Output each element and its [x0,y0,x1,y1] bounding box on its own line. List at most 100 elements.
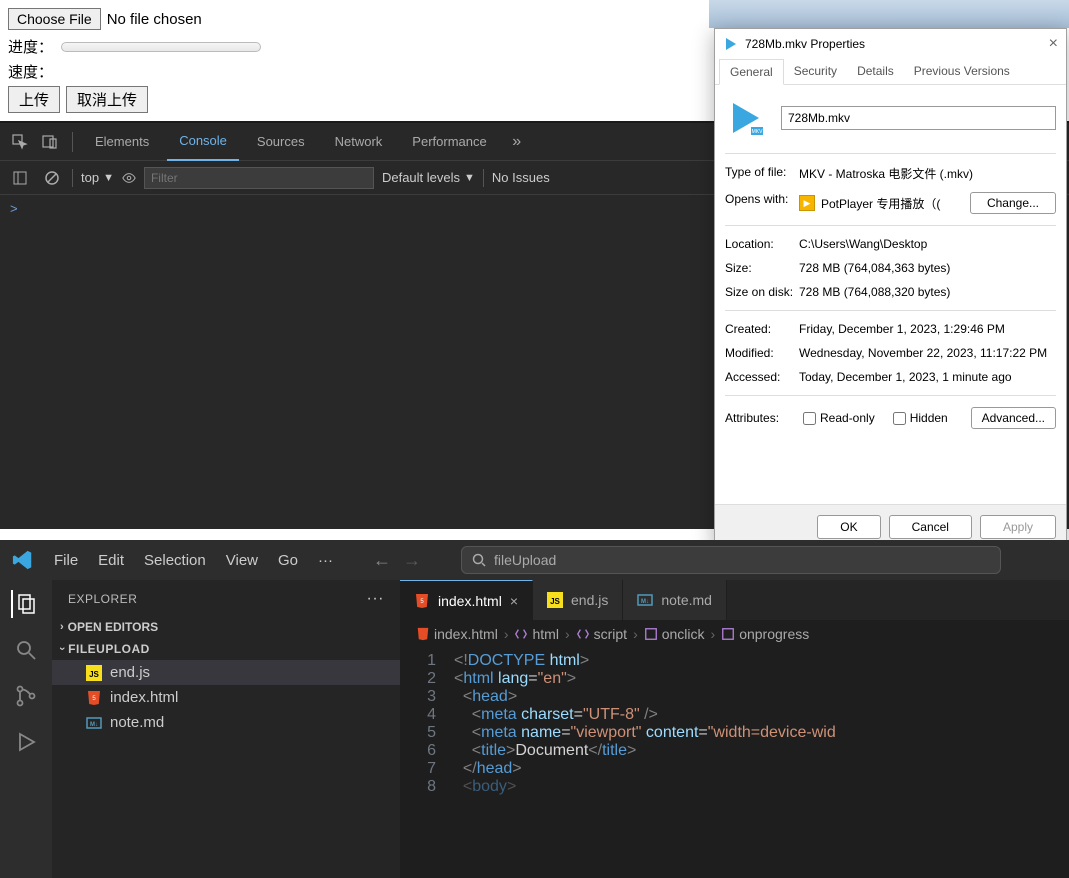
apply-button[interactable]: Apply [980,515,1056,539]
explorer-sidebar: EXPLORER ··· ›OPEN EDITORS ›FILEUPLOAD J… [52,580,400,878]
divider [483,169,484,187]
size-label: Size: [725,261,799,275]
svg-text:M↓: M↓ [641,599,649,605]
size-on-disk-value: 728 MB (764,088,320 bytes) [799,285,1056,299]
modified-label: Modified: [725,346,799,360]
nav-back-icon[interactable]: ← [373,550,391,571]
menu-file[interactable]: File [54,552,78,569]
explorer-title: EXPLORER [68,592,137,606]
created-label: Created: [725,322,799,336]
editor-tab[interactable]: M↓note.md [623,580,727,620]
ok-button[interactable]: OK [817,515,880,539]
breadcrumb-item[interactable]: script [576,626,627,642]
breadcrumb-item[interactable]: onprogress [721,626,809,642]
more-tabs-icon[interactable]: » [505,130,529,154]
upload-button[interactable]: 上传 [8,86,60,113]
tab-general[interactable]: General [719,59,784,85]
breadcrumb-item[interactable]: html [514,626,558,642]
command-search[interactable]: fileUpload [461,546,1001,574]
dialog-title: 728Mb.mkv Properties [745,37,865,51]
file-tree-item[interactable]: M↓note.md [52,710,400,735]
editor-area: 5index.html×JSend.jsM↓note.md index.html… [400,580,1069,878]
desktop-background [709,0,1069,28]
vscode-logo-icon [12,549,34,571]
svg-text:JS: JS [89,670,99,679]
created-value: Friday, December 1, 2023, 1:29:46 PM [799,322,1056,336]
tab-previous-versions[interactable]: Previous Versions [904,59,1020,84]
filename-input[interactable] [781,106,1056,130]
file-chosen-label: No file chosen [107,11,202,28]
divider [725,225,1056,226]
explorer-more-icon[interactable]: ··· [367,590,384,608]
size-value: 728 MB (764,084,363 bytes) [799,261,1056,275]
cancel-upload-button[interactable]: 取消上传 [66,86,148,113]
menu-go[interactable]: Go [278,552,298,569]
code-editor[interactable]: 1<!DOCTYPE html>2<html lang="en">3 <head… [400,648,1069,878]
file-tree-item[interactable]: JSend.js [52,660,400,685]
location-value: C:\Users\Wang\Desktop [799,237,1056,251]
console-filter-input[interactable] [144,167,374,189]
readonly-checkbox[interactable]: Read-only [803,411,875,425]
tab-performance[interactable]: Performance [400,123,498,161]
no-issues-label[interactable]: No Issues [492,170,550,185]
accessed-value: Today, December 1, 2023, 1 minute ago [799,370,1056,384]
attributes-label: Attributes: [725,411,799,425]
change-app-button[interactable]: Change... [970,192,1056,214]
location-label: Location: [725,237,799,251]
breadcrumb-item[interactable]: index.html [416,626,498,642]
divider [72,169,73,187]
breadcrumb-item[interactable]: onclick [644,626,705,642]
search-icon [472,553,486,567]
tab-details[interactable]: Details [847,59,904,84]
open-editors-section[interactable]: ›OPEN EDITORS [52,616,400,638]
svg-text:JS: JS [550,597,560,606]
accessed-label: Accessed: [725,370,799,384]
close-tab-icon[interactable]: × [510,593,518,609]
menu-view[interactable]: View [226,552,258,569]
close-icon[interactable]: × [1049,35,1058,53]
search-panel-icon[interactable] [12,636,40,664]
type-value: MKV - Matroska 电影文件 (.mkv) [799,165,1056,182]
properties-dialog: 728Mb.mkv Properties × General Security … [714,28,1067,550]
device-toggle-icon[interactable] [38,130,62,154]
hidden-checkbox[interactable]: Hidden [893,411,948,425]
size-on-disk-label: Size on disk: [725,285,799,299]
inspect-icon[interactable] [8,130,32,154]
speed-label: 速度： [8,61,53,82]
tab-console[interactable]: Console [167,123,239,161]
clear-console-icon[interactable] [40,166,64,190]
svg-text:M↓: M↓ [90,722,98,728]
menu-edit[interactable]: Edit [98,552,124,569]
vscode-window: File Edit Selection View Go ··· ← → file… [0,540,1069,878]
divider [72,132,73,152]
cancel-button[interactable]: Cancel [889,515,972,539]
source-control-icon[interactable] [12,682,40,710]
opens-with-label: Opens with: [725,192,799,214]
editor-tab[interactable]: 5index.html× [400,580,533,620]
file-tree-item[interactable]: 5index.html [52,685,400,710]
explorer-icon[interactable] [11,590,39,618]
run-debug-icon[interactable] [12,728,40,756]
live-expression-icon[interactable] [122,166,136,190]
file-large-icon: MKV [725,97,767,139]
divider [725,153,1056,154]
app-icon: ▶ [799,195,815,211]
tab-security[interactable]: Security [784,59,847,84]
console-sidebar-icon[interactable] [8,166,32,190]
progress-bar [61,42,261,52]
menu-more-icon[interactable]: ··· [318,552,333,569]
tab-network[interactable]: Network [323,123,395,161]
context-select[interactable]: top▼ [81,170,114,185]
menu-selection[interactable]: Selection [144,552,206,569]
choose-file-button[interactable]: Choose File [8,8,101,30]
folder-section[interactable]: ›FILEUPLOAD [52,638,400,660]
tab-elements[interactable]: Elements [83,123,161,161]
editor-tab[interactable]: JSend.js [533,580,623,620]
advanced-button[interactable]: Advanced... [971,407,1056,429]
log-levels-select[interactable]: Default levels▼ [382,170,475,185]
divider [725,310,1056,311]
opens-with-value: PotPlayer 专用播放（( [821,195,964,212]
tab-sources[interactable]: Sources [245,123,317,161]
activity-bar [0,580,52,878]
nav-forward-icon[interactable]: → [403,550,421,571]
